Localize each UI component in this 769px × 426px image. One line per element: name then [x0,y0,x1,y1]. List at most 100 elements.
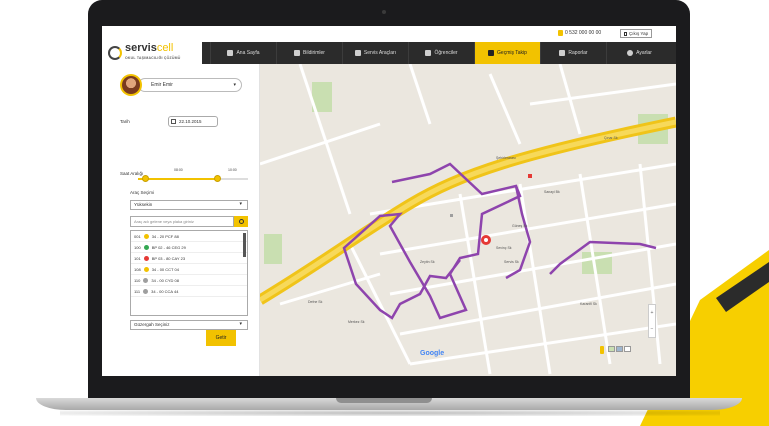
vehicle-label: Araç Seçimi [130,190,155,195]
street-label: Merkez Sk [348,320,365,324]
avatar [120,74,142,96]
street-label: Güneş Sk [512,224,528,228]
status-dot [143,288,149,294]
time-slider-start-handle[interactable] [142,175,149,182]
zoom-out-button[interactable]: − [649,321,655,337]
status-dot [143,266,149,272]
list-item[interactable]: 108 34 - 00 CCT 04 [131,264,247,275]
street-label: Servis Sk [504,260,519,264]
list-item[interactable]: 111 34 - 00 CCA 44 [131,286,247,297]
vehicle-code: 101 [134,255,141,261]
logout-label: Çıkış Yap [629,31,649,36]
time-slider-end-handle[interactable] [214,175,221,182]
route-select-value: Güzergah Seçiniz [134,322,170,327]
vehicle-plate: BP 03 - 80 CAY 23 [151,255,186,261]
vehicle-code: 108 [134,266,141,272]
bar-chart-icon [559,50,566,56]
nav-label: Ayarlar [636,50,652,56]
date-value: 22.10.2015 [179,119,202,124]
date-label: Tarih [120,119,130,124]
vehicle-search-input[interactable]: Araç adı gelene veya plaka giriniz [130,216,234,227]
nav-history[interactable]: Geçmiş Takip [474,42,540,64]
nav-label: Raporlar [568,50,588,56]
nav-label: Bildirimler [303,50,325,56]
vehicle-plate: 34 - 00 CYD 08 [151,277,179,283]
street-label: Şehirlerarası [496,156,516,160]
map-type-road[interactable] [624,346,631,352]
route-map[interactable]: Şehirlerarası Sanayi Bk Güneş Sk Zeytin … [260,64,676,376]
list-item[interactable]: 100 BP 02 - 46 CEG 29 [131,242,247,253]
users-icon [425,50,432,56]
map-logo: Google [420,350,445,357]
date-field[interactable]: 22.10.2015 [168,116,218,127]
logo-text: serviscell OKUL TAŞIMACILIĞI ÇÖZÜMÜ [125,43,180,63]
phone-number: 0 532 000 00 00 [565,30,602,36]
vehicle-code: 110 [134,277,141,283]
list-item[interactable]: 110 34 - 00 CYD 08 [131,275,247,286]
nav-vehicles[interactable]: Servis Araçları [342,42,408,64]
map-type-satellite[interactable] [616,346,623,352]
megaphone-icon [294,50,301,56]
nav-label: Geçmiş Takip [497,50,527,56]
nav-home[interactable]: Ana Sayfa [210,42,276,64]
list-item[interactable]: 001 34 - 20 PCF 88 [131,231,247,242]
time-end: 10:00 [228,168,237,172]
street-label: Sevinç Sk [496,246,512,250]
street-label: Zeytin Sk [420,260,435,264]
vehicle-select[interactable]: Yüksekin ▾ [130,200,248,210]
vehicle-plate: 34 - 00 CCT 04 [151,266,179,272]
vehicle-code: 001 [134,233,141,239]
chevron-down-icon: ▾ [239,321,242,327]
logo-tagline: OKUL TAŞIMACILIĞI ÇÖZÜMÜ [125,56,181,60]
user-name: Emir Emir [151,82,173,88]
street-label: Sanayi Bk [544,190,560,194]
route-select[interactable]: Güzergah Seçiniz ▾ [130,320,248,330]
user-select[interactable]: Emir Emir ▾ [138,78,242,92]
logout-button[interactable]: Çıkış Yap [620,29,653,38]
map-canvas [260,64,676,376]
status-dot [143,244,149,250]
time-start: 08:00 [174,168,183,172]
zoom-in-button[interactable]: + [649,305,655,321]
nav-label: Servis Araçları [363,50,397,56]
vehicle-select-value: Yüksekin [134,202,153,207]
pegman-icon[interactable] [600,346,604,354]
status-dot [143,277,149,283]
nav-notifications[interactable]: Bildirimler [276,42,342,64]
logo-mark-icon [108,46,122,60]
nav-students[interactable]: Öğrenciler [408,42,474,64]
street-label: Defne Sk [308,300,323,304]
home-icon [227,50,234,56]
map-type-terrain[interactable] [608,346,615,352]
search-placeholder: Araç adı gelene veya plaka giriniz [134,219,194,224]
street-label: Karanfil Sk [580,302,597,306]
nav-label: Öğrenciler [434,50,458,56]
nav-reports[interactable]: Raporlar [540,42,606,64]
vehicle-plate: 34 - 00 CCA 44 [151,288,179,294]
phone-icon [558,30,563,36]
logout-icon [624,31,627,36]
laptop-notch [336,398,432,403]
list-item[interactable]: 101 BP 03 - 80 CAY 23 [131,253,247,264]
status-dot [143,233,149,239]
monitor-icon [354,50,361,56]
camera-icon [382,10,386,14]
calendar-icon [171,119,176,124]
app-screen: 0 532 000 00 00 Çıkış Yap serviscell OKU… [102,26,676,376]
gear-icon [627,50,634,56]
chevron-down-icon: ▾ [239,201,242,207]
search-button[interactable] [234,216,248,227]
time-range-label: Saat Aralığı [120,171,144,176]
map-type-switcher [608,346,631,352]
support-phone: 0 532 000 00 00 [558,30,601,36]
list-scrollbar[interactable] [243,233,246,257]
avatar-image [122,76,140,94]
filter-sidebar: Emir Emir ▾ Tarih 22.10.2015 Saat Aralığ… [102,64,260,376]
time-slider-fill [138,178,218,180]
nav-settings[interactable]: Ayarlar [606,42,672,64]
zoom-control: + − [648,304,656,338]
fetch-button[interactable]: Getir [206,330,236,346]
street-label: Çınar Sk [604,136,618,140]
vehicle-code: 100 [134,244,141,250]
vehicle-code: 111 [134,288,141,294]
